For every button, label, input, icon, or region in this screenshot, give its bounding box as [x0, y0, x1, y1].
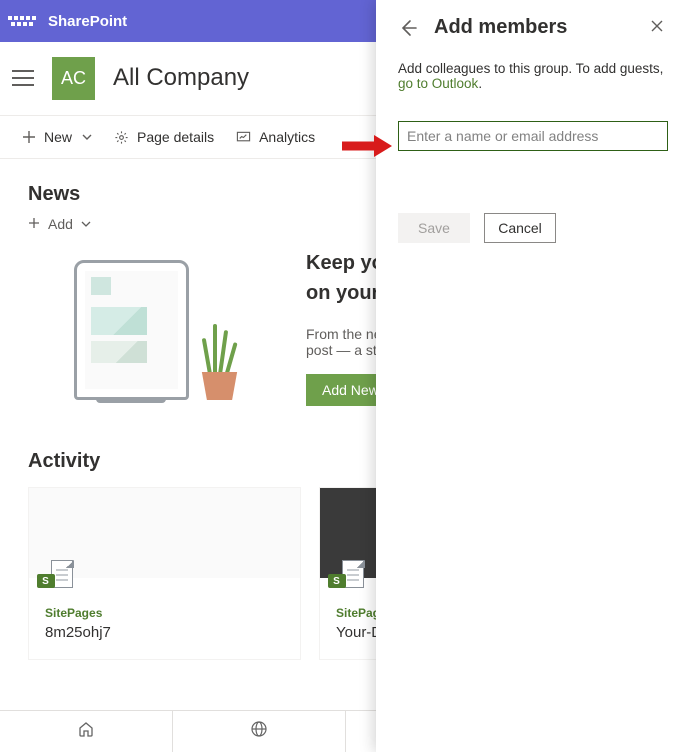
sitepage-file-icon: S — [334, 560, 364, 592]
analytics-button[interactable]: Analytics — [236, 129, 315, 145]
add-members-panel: Add members Add colleagues to this group… — [376, 0, 690, 752]
page-details-label: Page details — [137, 129, 214, 145]
site-logo: AC — [52, 57, 95, 100]
back-arrow-icon[interactable] — [398, 18, 418, 38]
gear-icon — [114, 130, 129, 145]
go-to-outlook-link[interactable]: go to Outlook — [398, 76, 478, 91]
callout-arrow-icon — [340, 134, 392, 163]
save-button: Save — [398, 213, 470, 243]
sitepage-file-icon: S — [43, 560, 73, 592]
analytics-label: Analytics — [259, 129, 315, 145]
plus-icon — [22, 130, 36, 144]
member-input[interactable] — [398, 121, 668, 151]
news-illustration — [28, 240, 286, 400]
home-button[interactable] — [0, 711, 172, 752]
home-icon — [77, 720, 95, 743]
panel-title: Add members — [434, 16, 634, 39]
activity-card[interactable]: S SitePages 8m25ohj7 — [28, 487, 301, 660]
chevron-down-icon — [82, 132, 92, 142]
panel-desc-text: Add colleagues to this group. To add gue… — [398, 61, 663, 76]
add-label: Add — [48, 216, 73, 232]
card-category: SitePages — [45, 606, 284, 620]
menu-icon[interactable] — [12, 70, 34, 86]
analytics-icon — [236, 130, 251, 145]
chevron-down-icon — [81, 216, 91, 232]
globe-button[interactable] — [172, 711, 345, 752]
close-icon[interactable] — [650, 19, 668, 37]
panel-description: Add colleagues to this group. To add gue… — [398, 61, 668, 91]
card-title: 8m25ohj7 — [45, 624, 284, 641]
page-details-button[interactable]: Page details — [114, 129, 214, 145]
globe-icon — [250, 720, 268, 743]
new-label: New — [44, 129, 72, 145]
app-launcher-icon[interactable] — [8, 7, 36, 35]
cancel-button[interactable]: Cancel — [484, 213, 556, 243]
new-button[interactable]: New — [22, 129, 92, 145]
plus-icon — [28, 216, 40, 232]
suite-title: SharePoint — [48, 13, 127, 30]
site-name: All Company — [113, 64, 249, 92]
